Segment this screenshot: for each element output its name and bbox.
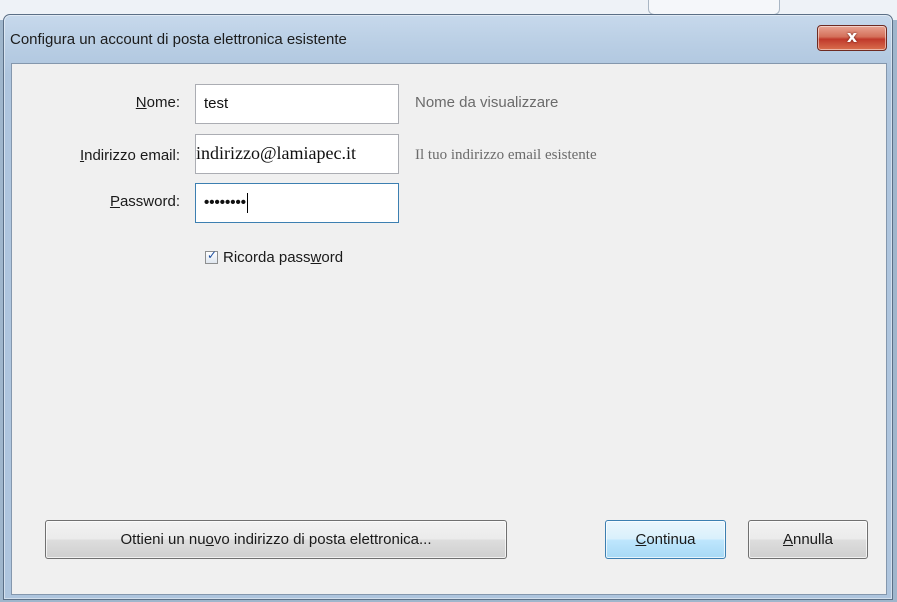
window-title: Configura un account di posta elettronic… <box>10 31 347 48</box>
checkmark-icon: ✓ <box>207 248 218 262</box>
name-hint: Nome da visualizzare <box>415 94 559 111</box>
remember-password-checkbox-row[interactable]: ✓ Ricorda password <box>205 248 343 266</box>
email-label: Indirizzo email: <box>79 147 180 164</box>
name-label: Nome: <box>135 94 180 111</box>
password-label: Password: <box>109 193 180 210</box>
email-input[interactable]: indirizzo@lamiapec.it <box>195 134 399 174</box>
account-setup-dialog: Configura un account di posta elettronic… <box>3 14 893 600</box>
cancel-button[interactable]: Annulla <box>748 520 868 559</box>
get-new-address-button[interactable]: Ottieni un nuovo indirizzo di posta elet… <box>45 520 507 559</box>
email-hint: Il tuo indirizzo email esistente <box>415 147 597 163</box>
text-caret <box>247 193 249 213</box>
remember-password-checkbox[interactable]: ✓ <box>205 248 218 264</box>
background-tab <box>648 0 780 15</box>
password-input[interactable]: •••••••• <box>195 183 399 223</box>
close-icon: x <box>846 27 858 46</box>
dialog-content: Nome: test Nome da visualizzare Indirizz… <box>11 63 887 595</box>
continue-button[interactable]: Continua <box>605 520 726 559</box>
remember-password-label[interactable]: Ricorda password <box>223 249 343 266</box>
close-button[interactable]: x <box>817 25 887 51</box>
name-input[interactable]: test <box>195 84 399 124</box>
title-bar[interactable]: Configura un account di posta elettronic… <box>4 15 892 57</box>
